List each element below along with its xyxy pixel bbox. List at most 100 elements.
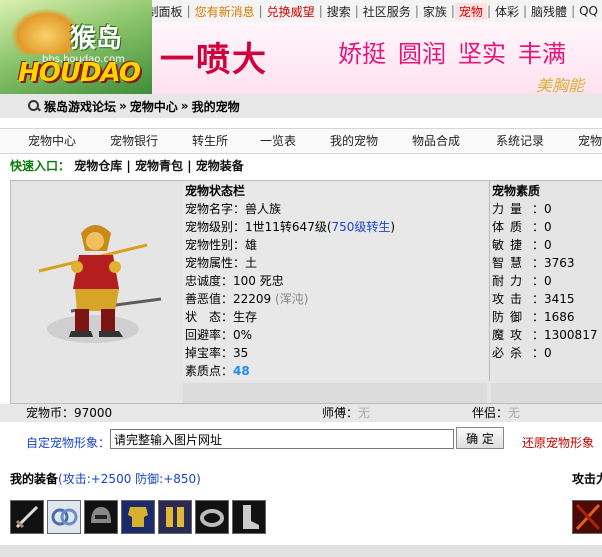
custom-image-label: 自定宠物形象：: [26, 436, 111, 450]
status-state: 生存: [233, 310, 258, 324]
site-logo[interactable]: 猴岛 bbs.houdao.com HOUDAO: [0, 0, 152, 94]
attribute-key: 力量: [492, 202, 529, 216]
quick-link-bag[interactable]: 宠物青包: [135, 159, 183, 173]
breadcrumb: 猴岛游戏论坛 » 宠物中心 » 我的宠物: [0, 94, 602, 118]
top-nav-item[interactable]: 体彩: [491, 3, 523, 20]
tab-pet-center[interactable]: 宠物中心: [28, 129, 76, 153]
tab-system-log[interactable]: 系统记录: [496, 129, 544, 153]
ad-banner[interactable]: 一喷大 娇挺 圆润 坚实 丰满 美胸能: [152, 22, 602, 94]
banner-word: 圆润: [398, 40, 446, 68]
attribute-value: 0: [544, 346, 552, 360]
rebirth-link[interactable]: 750级转生: [332, 220, 391, 234]
breadcrumb-forum[interactable]: 猴岛游戏论坛: [44, 98, 116, 115]
equipment-stat: (攻击:+2500 防御:+850): [58, 472, 201, 486]
partner: 伴侣：无: [472, 404, 520, 422]
sword-icon[interactable]: [10, 500, 44, 534]
attribute-key: 敏捷: [492, 238, 529, 252]
status-element: 土: [245, 256, 258, 270]
top-nav-item[interactable]: 脑残體: [527, 3, 571, 20]
pet-info-panel: 宠物状态栏 宠物名字：兽人族 宠物级别：1世11转647级(750级转生) 宠物…: [10, 180, 602, 404]
restore-image-link[interactable]: 还原宠物形象: [522, 434, 594, 451]
armor-icon[interactable]: [121, 500, 155, 534]
money-bar: 宠物币：97000 师傅：无 伴侣：无: [0, 404, 602, 422]
quick-link-warehouse[interactable]: 宠物仓库: [74, 159, 122, 173]
status-evade-row: 回避率：0%: [183, 326, 487, 344]
status-state-row: 状 态：生存: [183, 308, 487, 326]
banner-word: 娇挺: [338, 40, 386, 68]
attribute-colon: ：: [532, 220, 545, 234]
image-url-input[interactable]: [110, 429, 454, 449]
equipment-title: 我的装备: [10, 472, 59, 486]
attribute-row: 防御： 1686: [491, 308, 602, 326]
attribute-value: 0: [544, 202, 552, 216]
banner-word: 丰满: [518, 40, 566, 68]
top-nav-item[interactable]: 兑换威望: [263, 3, 319, 20]
attribute-value: 1300817: [544, 328, 598, 342]
attribute-value: 0: [544, 238, 552, 252]
attribute-colon: ：: [532, 310, 545, 324]
attribute-colon: ：: [532, 292, 545, 306]
top-nav-item[interactable]: 宠物: [454, 2, 487, 20]
banner-words: 娇挺 圆润 坚实 丰满: [338, 34, 578, 69]
search-icon: [28, 100, 40, 112]
status-evade-label: 回避率：: [185, 328, 234, 342]
attribute-colon: ：: [532, 346, 545, 360]
ring-icon[interactable]: [195, 500, 229, 534]
confirm-button[interactable]: 确 定: [456, 427, 504, 449]
quick-sep: |: [187, 159, 192, 173]
attribute-value: 0: [544, 220, 552, 234]
boot-icon[interactable]: [232, 500, 266, 534]
helmet-icon[interactable]: [84, 500, 118, 534]
bottom-bar: [0, 545, 602, 557]
attribute-row: 耐力： 0: [491, 272, 602, 290]
status-name-row: 宠物名字：兽人族: [183, 200, 487, 218]
status-drop-row: 掉宝率：35: [183, 344, 487, 362]
pet-attributes: 宠物素质 力量： 0 体质： 0 敏捷： 0 智慧： 3763 耐力： 0 攻击： 3415 防御： 16…: [491, 183, 602, 381]
banner-brand: 美胸能: [536, 76, 585, 94]
attribute-colon: ：: [532, 256, 545, 270]
pet-tabs: 宠物中心 宠物银行 转生所 一览表 我的宠物 物品合成 系统记录 宠物: [0, 128, 602, 154]
attributes-title: 宠物素质: [492, 184, 541, 198]
attribute-key: 防御: [492, 310, 529, 324]
attribute-row: 必杀： 0: [491, 344, 602, 362]
quick-sep: |: [126, 159, 131, 173]
top-nav-item[interactable]: 家族: [419, 3, 451, 20]
attribute-row: 力量： 0: [491, 200, 602, 218]
tab-item-craft[interactable]: 物品合成: [412, 129, 460, 153]
status-karma-row: 善恶值：22209 (浑沌): [183, 290, 487, 308]
tab-pet-bank[interactable]: 宠物银行: [110, 129, 158, 153]
status-karma-label: 善恶值：: [185, 292, 234, 306]
tab-pet-more[interactable]: 宠物: [578, 129, 602, 153]
top-nav-item[interactable]: 搜索: [323, 3, 355, 20]
pet-coin-label: 宠物币：: [26, 406, 75, 420]
attribute-key: 智慧: [492, 256, 529, 270]
attribute-key: 必杀: [492, 346, 529, 360]
attack-item-icon[interactable]: [572, 500, 602, 534]
gauntlets-icon[interactable]: [158, 500, 192, 534]
status-loyalty: 100 死忠: [233, 274, 284, 288]
top-nav-item[interactable]: 您有新消息: [191, 3, 259, 20]
breadcrumb-my-pet[interactable]: 我的宠物: [192, 98, 240, 115]
attribute-colon: ：: [532, 238, 545, 252]
tab-my-pet[interactable]: 我的宠物: [330, 129, 378, 153]
tab-overview[interactable]: 一览表: [260, 129, 296, 153]
partner-label: 伴侣：: [472, 406, 509, 420]
status-level: 1世11转647级: [245, 220, 327, 234]
status-drop-label: 掉宝率：: [185, 346, 234, 360]
quick-link-equipment[interactable]: 宠物装备: [196, 159, 244, 173]
attribute-colon: ：: [532, 202, 545, 216]
panel-divider: [489, 181, 490, 381]
breadcrumb-separator: »: [180, 99, 189, 113]
breadcrumb-pet-center[interactable]: 宠物中心: [130, 98, 178, 115]
status-level-row: 宠物级别：1世11转647级(750级转生): [183, 218, 487, 236]
status-element-row: 宠物属性：土: [183, 254, 487, 272]
ring-pair-icon[interactable]: [47, 500, 81, 534]
status-points: 48: [233, 364, 250, 378]
attribute-list: 力量： 0 体质： 0 敏捷： 0 智慧： 3763 耐力： 0 攻击： 3415 防御： 1686 魔攻：…: [491, 200, 602, 362]
top-nav-item[interactable]: QQ: [575, 4, 602, 18]
attribute-row: 魔攻： 1300817: [491, 326, 602, 344]
top-nav-item[interactable]: 社区服务: [359, 3, 415, 20]
status-points-label: 素质点：: [185, 364, 234, 378]
tab-rebirth[interactable]: 转生所: [192, 129, 228, 153]
banner-slogan: 一喷大: [160, 40, 268, 80]
